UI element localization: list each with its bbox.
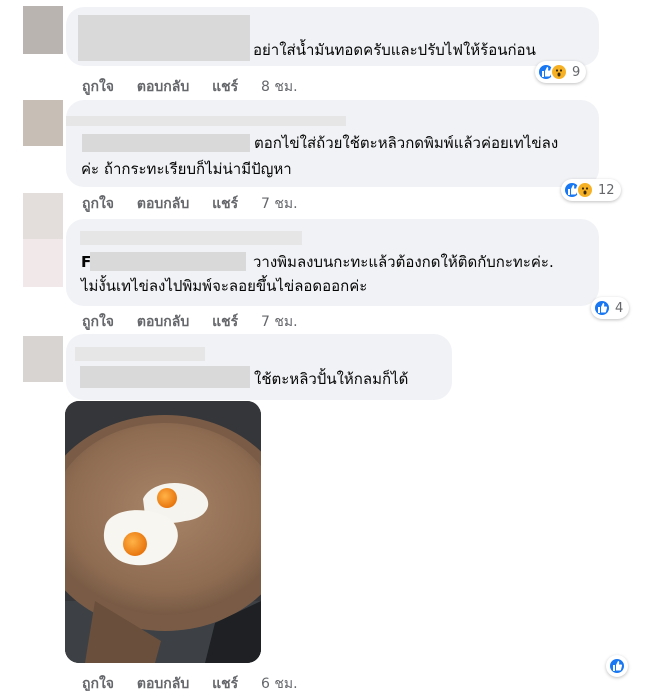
commenter-avatar[interactable]	[23, 100, 63, 146]
comment-text: วางพิมลงบนกะทะแล้วต้องกดให้ติดกับกะทะค่ะ…	[253, 253, 554, 271]
timestamp[interactable]: 7 ชม.	[261, 193, 298, 215]
blurred-name	[75, 347, 205, 361]
blurred-name	[80, 366, 250, 388]
blurred-name	[90, 252, 246, 271]
reply-link[interactable]: ตอบกลับ	[137, 673, 189, 691]
commenter-avatar[interactable]	[23, 6, 63, 54]
reaction-summary[interactable]	[606, 655, 628, 677]
share-link[interactable]: แชร์	[212, 673, 238, 691]
timestamp[interactable]: 6 ชม.	[261, 673, 298, 691]
comment-actions: ถูกใจ ตอบกลับ แชร์ 6 ชม.	[82, 673, 316, 691]
like-link[interactable]: ถูกใจ	[82, 311, 114, 333]
comment-text: ค่ะ ถ้ากระทะเรียบก็ไม่น่ามีปัญหา	[81, 160, 292, 178]
blurred-name	[82, 134, 250, 152]
reaction-summary[interactable]: 4	[591, 297, 630, 319]
share-link[interactable]: แชร์	[212, 311, 238, 333]
reaction-summary[interactable]: 9	[535, 61, 587, 83]
wow-icon	[576, 181, 594, 199]
comment-photo[interactable]	[65, 401, 261, 663]
reaction-count: 9	[572, 64, 581, 80]
comment-text: ใช้ตะหลิวปั้นให้กลมก็ได้	[254, 370, 409, 388]
share-link[interactable]: แชร์	[212, 76, 238, 98]
comment-actions: ถูกใจ ตอบกลับ แชร์ 7 ชม.	[82, 311, 316, 333]
comment-bubble: ตอกไข่ใส่ถ้วยใช้ตะหลิวกดพิมพ์แล้วค่อยเทไ…	[66, 100, 599, 187]
like-link[interactable]: ถูกใจ	[82, 673, 114, 691]
blurred-name	[80, 231, 302, 245]
comment-bubble: อย่าใส่น้ำมันทอดครับและปรับไฟให้ร้อนก่อน	[66, 7, 599, 66]
timestamp[interactable]: 8 ชม.	[261, 76, 298, 98]
comment-text: ตอกไข่ใส่ถ้วยใช้ตะหลิวกดพิมพ์แล้วค่อยเทไ…	[254, 134, 559, 152]
avatar-shadow	[23, 239, 63, 287]
commenter-avatar[interactable]	[23, 193, 63, 239]
commenter-avatar[interactable]	[23, 336, 63, 382]
like-link[interactable]: ถูกใจ	[82, 76, 114, 98]
fried-eggs-in-pan-image	[65, 401, 261, 663]
reply-link[interactable]: ตอบกลับ	[137, 311, 189, 333]
comment-text: อย่าใส่น้ำมันทอดครับและปรับไฟให้ร้อนก่อน	[253, 41, 536, 59]
reaction-count: 4	[615, 300, 624, 316]
blurred-name	[66, 116, 346, 126]
blurred-name	[78, 15, 250, 61]
reply-link[interactable]: ตอบกลับ	[137, 193, 189, 215]
comment-actions: ถูกใจ ตอบกลับ แชร์ 7 ชม.	[82, 193, 316, 215]
reply-link[interactable]: ตอบกลับ	[137, 76, 189, 98]
comment-bubble: ใช้ตะหลิวปั้นให้กลมก็ได้	[66, 334, 452, 400]
timestamp[interactable]: 7 ชม.	[261, 311, 298, 333]
share-link[interactable]: แชร์	[212, 193, 238, 215]
wow-icon	[550, 63, 568, 81]
comment-bubble: F วางพิมลงบนกะทะแล้วต้องกดให้ติดกับกะทะค…	[66, 219, 599, 306]
reaction-count: 12	[598, 182, 615, 198]
like-icon	[593, 299, 611, 317]
comment-text: ไม่งั้นเทไข่ลงไปพิมพ์จะลอยขึ้นไข่ลอดออกค…	[81, 277, 368, 295]
reaction-summary[interactable]: 12	[561, 179, 621, 201]
like-icon	[608, 657, 626, 675]
comment-actions: ถูกใจ ตอบกลับ แชร์ 8 ชม.	[82, 76, 316, 98]
like-link[interactable]: ถูกใจ	[82, 193, 114, 215]
